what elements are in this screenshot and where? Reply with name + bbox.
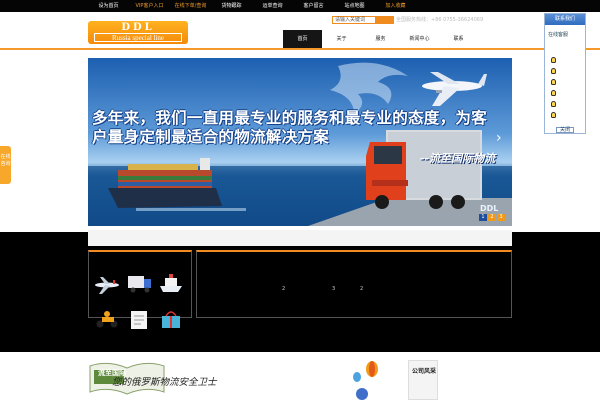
airplane-image <box>422 72 487 106</box>
truck-icon[interactable] <box>125 272 153 294</box>
scooter-icon[interactable] <box>93 308 121 330</box>
top-link[interactable]: 站点地图 <box>334 0 375 12</box>
top-link[interactable]: 运单查询 <box>252 0 293 12</box>
nav-item[interactable]: 新闻中心 <box>400 30 439 48</box>
qq-penguin-icon <box>551 101 556 107</box>
top-link[interactable]: 客户留言 <box>293 0 334 12</box>
qq-contact-item[interactable] <box>551 100 581 108</box>
logo-text: DDL <box>121 22 155 33</box>
online-consult-tab[interactable]: 在线咨询 <box>0 146 11 184</box>
side-panel-title: 公司风采 <box>412 368 437 375</box>
banner-page-dot[interactable]: 2 <box>488 214 496 221</box>
qq-contact-item[interactable] <box>551 67 581 75</box>
pager-item[interactable]: 3 <box>332 286 335 292</box>
parcel-icon[interactable] <box>157 308 185 330</box>
header-divider <box>0 48 600 50</box>
banner-page-dot[interactable]: 1 <box>479 214 487 221</box>
balloon-image <box>353 361 378 400</box>
ship-icon[interactable] <box>157 272 185 294</box>
airplane-icon[interactable] <box>93 274 121 296</box>
banner-prev-arrow[interactable]: ‹ <box>94 130 100 146</box>
truck-image <box>366 130 482 209</box>
banner-signature: --流至国际物流 <box>420 152 496 165</box>
hotline-text: 全国服务热线：+86 0755-36624069 <box>396 17 484 23</box>
hero-banner: 多年来，我们一直用最专业的服务和最专业的态度，为客 户量身定制最适合的物流解决方… <box>88 58 512 226</box>
logo[interactable]: DDL Russia special line <box>88 21 188 44</box>
banner-page-dot[interactable]: 3 <box>497 214 505 221</box>
contact-close-button[interactable]: 关闭 <box>556 127 574 133</box>
banner-headline-2: 户量身定制最适合的物流解决方案 <box>92 128 330 146</box>
pager-item[interactable]: 2 <box>282 286 285 292</box>
qq-penguin-icon <box>551 68 556 74</box>
qq-penguin-icon <box>551 79 556 85</box>
top-links: 设为首页 VIP客户入口 在线下单/查询 货物跟踪 运单查询 客户留言 站点地图 加入收藏 <box>88 0 416 12</box>
pager-item[interactable]: 2 <box>360 286 363 292</box>
contact-panel: 联系我们 在线客服 关闭 <box>544 13 586 134</box>
contact-panel-title: 联系我们 <box>545 14 585 25</box>
banner-watermark: DDL <box>480 204 499 213</box>
main-nav: 首页 关于 服务 新闻中心 联系 <box>283 30 478 48</box>
logo-subtitle: Russia special line <box>94 33 182 42</box>
page: 设为首页 VIP客户入口 在线下单/查询 货物跟踪 运单查询 客户留言 站点地图 加入收藏 D… <box>0 0 600 400</box>
news-box <box>196 250 512 318</box>
banner-next-arrow[interactable]: › <box>496 130 502 146</box>
top-link[interactable]: 加入收藏 <box>375 0 416 12</box>
banner-pagination: 123 <box>478 214 505 221</box>
document-icon[interactable] <box>125 308 153 330</box>
nav-item[interactable]: 服务 <box>361 30 400 48</box>
nav-item[interactable]: 关于 <box>322 30 361 48</box>
search-input[interactable]: 请输入关键词 <box>332 16 376 24</box>
qq-contact-item[interactable] <box>551 56 581 64</box>
qq-contact-item[interactable] <box>551 89 581 97</box>
top-link[interactable]: 货物跟踪 <box>211 0 252 12</box>
qq-penguin-icon <box>551 90 556 96</box>
contact-panel-subtitle: 在线客服 <box>548 32 569 38</box>
services-box <box>88 250 192 329</box>
qq-penguin-icon <box>551 57 556 63</box>
qq-contact-item[interactable] <box>551 78 581 86</box>
nav-item[interactable]: 首页 <box>283 30 322 48</box>
qq-penguin-icon <box>551 112 556 118</box>
nav-item[interactable]: 联系 <box>439 30 478 48</box>
top-link[interactable]: 在线下单/查询 <box>170 0 211 12</box>
tagline: 您的俄罗斯物流安全卫士 <box>112 377 217 388</box>
top-link[interactable]: 设为首页 <box>88 0 129 12</box>
top-link[interactable]: VIP客户入口 <box>129 0 170 12</box>
search-button[interactable] <box>376 16 394 24</box>
content-strip <box>88 230 512 246</box>
qq-contact-item[interactable] <box>551 111 581 119</box>
